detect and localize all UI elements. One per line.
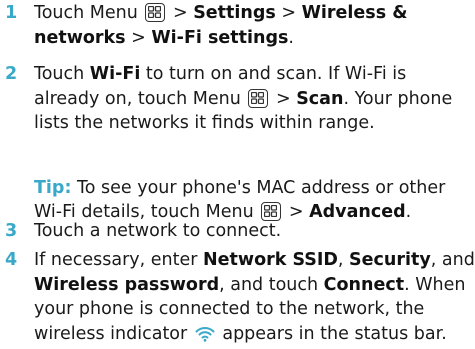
separator: > (270, 88, 297, 109)
period: . (405, 202, 412, 223)
step-number: 1 (5, 3, 18, 23)
separator: > (275, 3, 302, 23)
connect-label: Connect (323, 274, 405, 295)
wifi-label: Wi-Fi (89, 64, 141, 84)
step-text: Touch (34, 64, 90, 84)
step-text: , and touch (219, 274, 324, 295)
step-4: 4 If necessary, enter Network SSID, Secur… (0, 248, 475, 349)
advanced-label: Advanced (309, 202, 406, 223)
step-2: 2 Touch Wi-Fi to turn on and scan. If Wi-… (0, 62, 475, 136)
step-text: appears in the status bar. (216, 323, 447, 344)
tip-note: Tip: To see your phone's MAC address or … (34, 176, 474, 225)
menu-key-icon (248, 88, 269, 108)
separator: > (167, 3, 194, 23)
menu-key-icon (145, 3, 166, 22)
step-text: Touch Menu (34, 3, 144, 23)
security-label: Security (349, 250, 431, 270)
step-number: 3 (5, 221, 18, 241)
step-1: 1 Touch Menu > Settings > Wireless & netw… (0, 1, 475, 50)
network-ssid-label: Network SSID (203, 250, 338, 270)
step-number: 4 (5, 250, 18, 270)
wifi-settings-label: Wi-Fi settings (151, 27, 289, 48)
wifi-indicator-icon (195, 325, 215, 349)
step-text: , and (430, 250, 475, 270)
step-number: 2 (5, 64, 18, 84)
settings-label: Settings (193, 3, 276, 23)
tip-label: Tip: (34, 177, 72, 198)
scan-label: Scan (296, 88, 344, 109)
separator: > (283, 202, 310, 223)
step-3: 3 Touch a network to connect. (0, 219, 281, 244)
separator: > (125, 27, 152, 48)
step-text: , (337, 250, 350, 270)
step-text: If necessary, enter (34, 250, 204, 270)
wireless-password-label: Wireless password (34, 274, 220, 295)
step-text: Touch a network to connect. (34, 221, 282, 241)
period: . (288, 27, 294, 48)
